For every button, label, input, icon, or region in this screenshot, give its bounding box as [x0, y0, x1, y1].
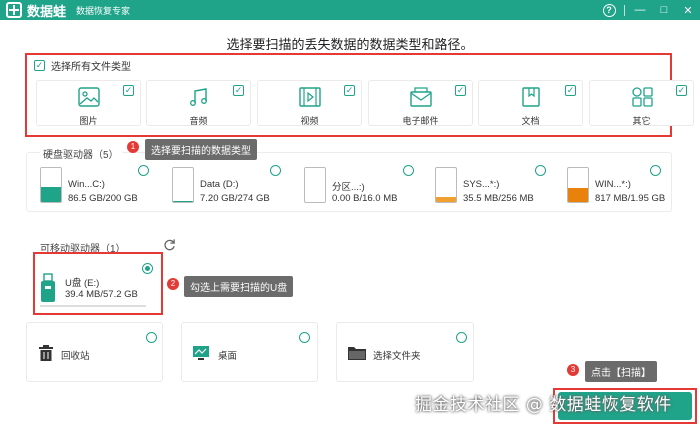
disk-icon [435, 167, 457, 203]
file-type-audio[interactable]: ✓ 音频 [146, 80, 251, 126]
disk-icon [304, 167, 326, 203]
file-type-label: 视频 [300, 116, 319, 126]
title-bar: 数据蛙 数据恢复专家 ? — □ ✕ [0, 0, 700, 20]
document-icon [521, 87, 540, 107]
recycle-bin-icon [39, 345, 53, 361]
file-type-label: 图片 [79, 116, 98, 126]
file-type-video[interactable]: ✓ 视频 [257, 80, 362, 126]
help-button[interactable]: ? [597, 0, 621, 20]
drive-win-radio[interactable] [650, 165, 661, 176]
help-icon: ? [602, 3, 616, 17]
drive-win[interactable]: WIN...*:) 817 MB/1.95 GB [567, 165, 687, 207]
file-type-checkbox[interactable]: ✓ [123, 85, 134, 96]
location-label: 选择文件夹 [373, 351, 421, 362]
drive-c-radio[interactable] [138, 165, 149, 176]
location-label: 回收站 [61, 351, 90, 362]
file-type-label: 其它 [632, 116, 651, 126]
logo-cross-icon [6, 2, 22, 18]
location-recycle-bin[interactable]: 回收站 [26, 322, 163, 382]
drive-partition-radio[interactable] [403, 165, 414, 176]
file-type-label: 文档 [521, 116, 540, 126]
select-all-types[interactable]: ✓ 选择所有文件类型 [34, 58, 131, 73]
location-label: 桌面 [218, 351, 238, 362]
refresh-icon[interactable] [163, 238, 176, 251]
disk-usage-fill [173, 200, 193, 202]
drive-usb-radio[interactable] [142, 263, 153, 274]
callout-badge-1: 1 [127, 141, 139, 153]
drive-d-radio[interactable] [270, 165, 281, 176]
watermark: 掘金技术社区 @ 数据蛙恢复软件 [415, 395, 672, 415]
email-icon [409, 87, 432, 107]
callout-3: 点击【扫描】 [585, 361, 657, 382]
callout-1: 选择要扫描的数据类型 [145, 139, 257, 160]
app-name: 数据蛙 [27, 4, 67, 20]
file-type-checkbox[interactable]: ✓ [233, 85, 244, 96]
file-type-other[interactable]: ✓ 其它 [589, 80, 694, 126]
file-type-label: 音频 [189, 116, 208, 126]
drive-size: 35.5 MB/256 MB [463, 193, 534, 204]
disk-usage-fill [41, 187, 61, 202]
disk-icon [172, 167, 194, 203]
location-radio[interactable] [299, 332, 310, 343]
drive-name: Win...C:) [68, 179, 105, 190]
file-type-checkbox[interactable]: ✓ [676, 85, 687, 96]
drive-size: 7.20 GB/274 GB [200, 193, 270, 204]
close-button[interactable]: ✕ [676, 0, 700, 20]
folder-icon [348, 347, 366, 360]
drive-size: 817 MB/1.95 GB [595, 193, 666, 204]
drive-usb[interactable]: U盘 (E:) 39.4 MB/57.2 GB [40, 270, 150, 310]
file-type-checkbox[interactable]: ✓ [344, 85, 355, 96]
location-radio[interactable] [456, 332, 467, 343]
drive-name: 分区...:) [332, 182, 365, 193]
disk-icon [40, 167, 62, 203]
usb-drive-icon [41, 273, 55, 302]
select-all-checkbox[interactable]: ✓ [34, 60, 45, 71]
drive-size: 0.00 B/16.0 MB [332, 193, 398, 204]
disk-icon [567, 167, 589, 203]
drive-size: 39.4 MB/57.2 GB [65, 289, 138, 300]
callout-badge-3: 3 [567, 364, 579, 376]
desktop-icon [193, 346, 209, 360]
file-type-email[interactable]: ✓ 电子邮件 [368, 80, 473, 126]
audio-icon [189, 88, 207, 106]
file-type-document[interactable]: ✓ 文档 [478, 80, 583, 126]
select-all-label: 选择所有文件类型 [51, 62, 131, 73]
file-type-checkbox[interactable]: ✓ [565, 85, 576, 96]
page-heading: 选择要扫描的丢失数据的数据类型和路径。 [226, 37, 474, 52]
disk-usage-fill [568, 187, 588, 202]
file-type-label: 电子邮件 [402, 116, 439, 126]
disk-usage-fill [436, 197, 456, 202]
usb-usage-bar [40, 305, 146, 307]
drive-sys-radio[interactable] [535, 165, 546, 176]
location-radio[interactable] [146, 332, 157, 343]
other-icon [631, 87, 653, 107]
drive-name: WIN...*:) [595, 179, 631, 190]
drive-size: 86.5 GB/200 GB [68, 193, 138, 204]
image-icon [77, 87, 100, 107]
app-subtitle: 数据恢复专家 [76, 5, 131, 16]
drive-name: U盘 (E:) [65, 278, 100, 289]
location-desktop[interactable]: 桌面 [181, 322, 318, 382]
app-logo: 数据蛙 [6, 1, 66, 20]
maximize-button[interactable]: □ [652, 0, 676, 20]
callout-badge-2: 2 [167, 278, 179, 290]
location-select-folder[interactable]: 选择文件夹 [336, 322, 474, 382]
drive-name: Data (D:) [200, 179, 239, 190]
drive-name: SYS...*:) [463, 179, 500, 190]
callout-2: 勾选上需要扫描的U盘 [184, 276, 294, 297]
hard-drive-label: 硬盘驱动器（5） [40, 146, 122, 161]
video-icon [298, 87, 321, 107]
file-type-checkbox[interactable]: ✓ [455, 85, 466, 96]
minimize-button[interactable]: — [628, 0, 652, 20]
file-type-image[interactable]: ✓ 图片 [36, 80, 141, 126]
